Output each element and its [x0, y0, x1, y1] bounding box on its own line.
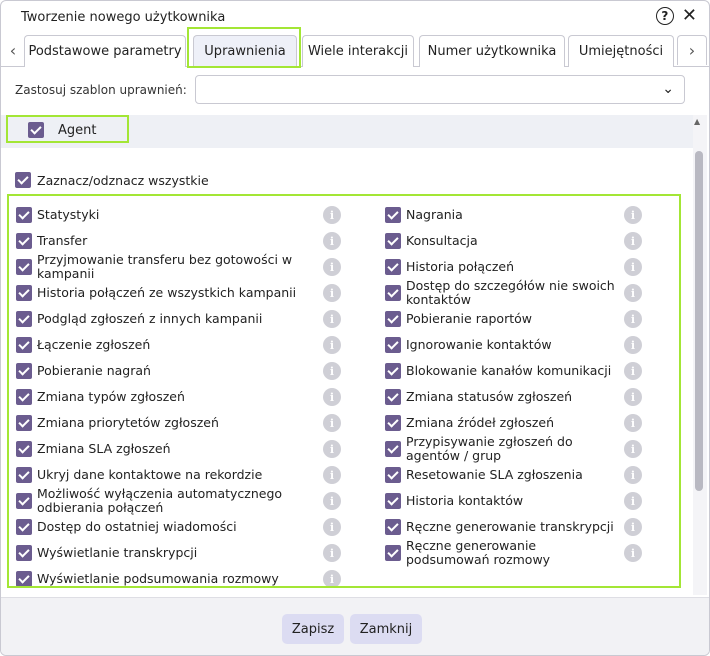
select-all-checkbox[interactable]: [15, 172, 31, 188]
tab-basic-parameters[interactable]: Podstawowe parametry: [24, 35, 186, 67]
dialog-titlebar: Tworzenie nowego użytkownika: [1, 1, 709, 33]
template-select[interactable]: ⌄: [195, 75, 685, 104]
select-all-row[interactable]: Zaznacz/odznacz wszystkie: [15, 172, 209, 188]
highlight-frame-agent: [6, 115, 129, 143]
tab-scroll-left-icon[interactable]: ‹: [3, 35, 23, 65]
save-button[interactable]: Zapisz: [282, 614, 344, 644]
template-row: Zastosuj szablon uprawnień: ⌄: [15, 75, 685, 104]
tab-bar: ‹ Podstawowe parametry Uprawnienia Wiele…: [1, 33, 709, 67]
template-label: Zastosuj szablon uprawnień:: [15, 82, 187, 97]
close-button[interactable]: Zamknij: [350, 614, 422, 644]
close-icon[interactable]: ✕: [682, 7, 697, 25]
create-user-dialog: Tworzenie nowego użytkownika ? ✕ ‹ Podst…: [0, 0, 710, 656]
tab-permissions[interactable]: Uprawnienia: [193, 35, 297, 67]
tab-multi-interaction[interactable]: Wiele interakcji: [302, 35, 414, 67]
title-actions: ? ✕: [655, 7, 697, 25]
chevron-down-icon: ⌄: [662, 81, 674, 97]
dialog-title: Tworzenie nowego użytkownika: [21, 9, 226, 25]
tab-scroll-right-icon[interactable]: ›: [677, 35, 707, 65]
scroll-up-icon[interactable]: ▲: [694, 117, 700, 126]
highlight-frame-permissions: [7, 194, 681, 588]
tab-user-number[interactable]: Numer użytkownika: [419, 35, 565, 67]
tab-skills[interactable]: Umiejętności: [568, 35, 674, 67]
dialog-footer: Zapisz Zamknij: [1, 597, 709, 655]
help-icon[interactable]: ?: [655, 7, 674, 25]
scrollbar-thumb[interactable]: [695, 151, 703, 491]
select-all-label: Zaznacz/odznacz wszystkie: [37, 172, 209, 188]
